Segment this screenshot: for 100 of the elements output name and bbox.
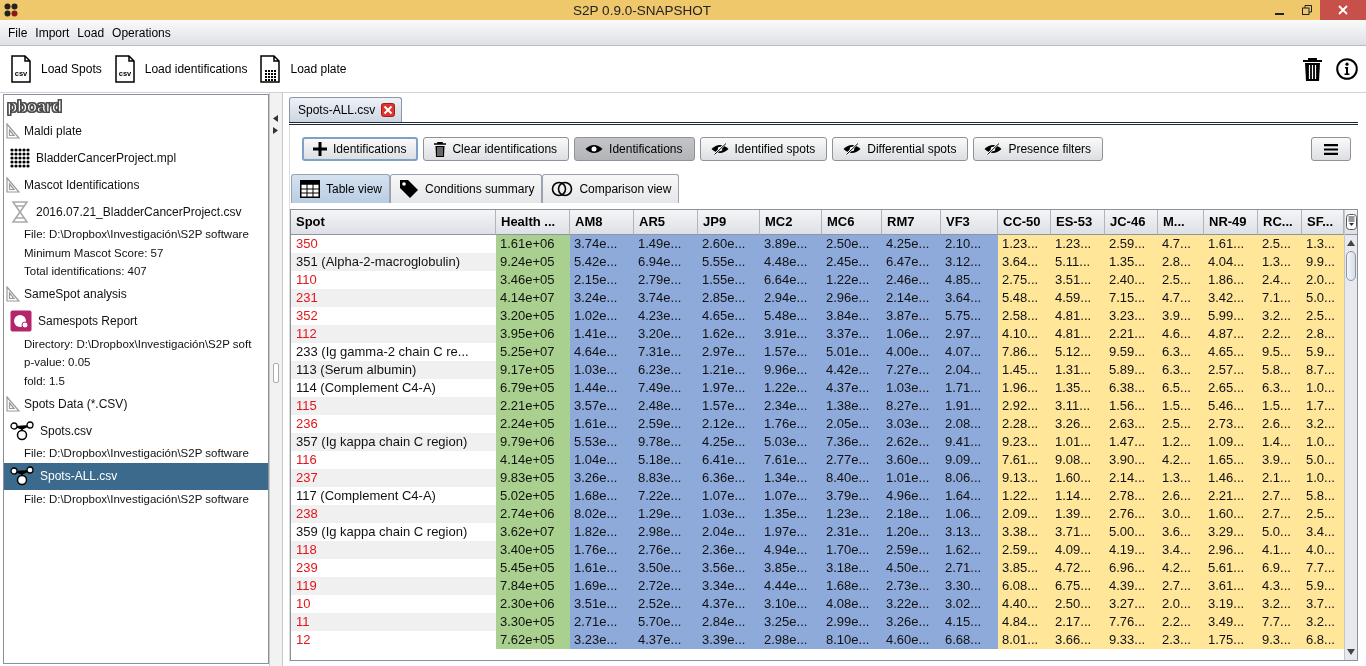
tree-item[interactable]: Spots-ALL.csv (4, 462, 268, 490)
toolbar-button[interactable]: Load plate (257, 52, 349, 86)
table-cell: 5.8... (1258, 361, 1302, 379)
table-cell: 7.61e... (760, 451, 822, 469)
column-header[interactable]: ES-53 (1051, 210, 1105, 235)
eye-slash-icon (710, 143, 729, 155)
column-header[interactable]: RC... (1258, 210, 1302, 235)
table-cell: 5.46... (1204, 397, 1258, 415)
trash-icon[interactable] (1303, 57, 1322, 81)
table-cell-text: 352 (295, 307, 319, 325)
expand-right-icon[interactable] (273, 127, 278, 134)
table-cell: 3.26e... (570, 469, 634, 487)
table-cell: 2.62e... (882, 433, 941, 451)
action-button[interactable]: Identifications (574, 137, 695, 161)
table-cell: 1.22... (998, 487, 1051, 505)
column-header[interactable]: JC-46 (1105, 210, 1158, 235)
table-cell: 5.0... (1258, 523, 1302, 541)
table-cell: 2.71e... (570, 613, 634, 631)
column-header[interactable]: MC6 (822, 210, 882, 235)
collapse-left-icon[interactable] (273, 115, 278, 122)
table-cell: 1.70e... (822, 541, 882, 559)
table-cell: 2.09... (998, 505, 1051, 523)
table-cell: 9.41... (941, 433, 998, 451)
tree-item[interactable]: 2016.07.21_BladderCancerProject.csv (4, 198, 268, 225)
table-cell: 3.51... (1051, 271, 1105, 289)
table-cell: 5.48e... (760, 307, 822, 325)
action-button[interactable]: Clear identifications (423, 137, 570, 161)
table-cell: 11 (291, 613, 496, 631)
menu-item[interactable]: Load (73, 22, 109, 43)
table-cell: 2.92... (998, 397, 1051, 415)
table-cell: 357 (Ig kappa chain C region) (291, 433, 496, 451)
column-header[interactable]: VF3 (941, 210, 998, 235)
table-cell: 4.65e... (698, 307, 760, 325)
menu-item[interactable]: Operations (108, 22, 175, 43)
table-cell: 7.49e... (634, 379, 698, 397)
table-cell: 3.9... (1158, 307, 1204, 325)
view-tab[interactable]: Conditions summary (390, 174, 543, 203)
view-tab[interactable]: Comparison view (542, 174, 680, 203)
table-cell: 2.7... (1158, 577, 1204, 595)
table-cell: 3.12... (941, 253, 998, 271)
table-cell-text: 114 (Complement C4-A) (295, 379, 437, 397)
column-picker-icon[interactable] (1345, 214, 1357, 230)
column-header[interactable]: Spot (291, 210, 496, 235)
table-cell: 3.10e... (760, 595, 822, 613)
scroll-down-icon[interactable] (1347, 649, 1355, 655)
tree-group[interactable]: SameSpot analysis (4, 280, 268, 308)
table-cell: 5.48... (998, 289, 1051, 307)
table-cell: 1.61e... (570, 415, 634, 433)
column-header[interactable]: Health ... (496, 210, 570, 235)
table-cell: 4.84... (998, 613, 1051, 631)
table-cell: 7.84e+05 (496, 577, 570, 595)
tree-item[interactable]: BladderCancerProject.mpl (4, 144, 268, 171)
table-cell: 238 (291, 505, 496, 523)
table-cell: 9.3... (1258, 631, 1302, 649)
close-icon[interactable] (381, 103, 396, 117)
table-cell: 6.68... (941, 631, 998, 649)
scrollbar-thumb[interactable] (1346, 251, 1356, 281)
tree-group[interactable]: Mascot Identifications (4, 171, 268, 198)
table-cell: 2.58... (998, 307, 1051, 325)
column-header[interactable]: AR5 (634, 210, 698, 235)
menu-item[interactable]: File (4, 22, 32, 43)
splitter-grip[interactable] (273, 363, 279, 383)
table-cell: 3.7... (1302, 595, 1344, 613)
table-cell: 3.0... (1158, 505, 1204, 523)
table-cell: 1.0... (1302, 379, 1344, 397)
menu-button[interactable] (1311, 137, 1351, 161)
table-cell: 4.09... (1051, 541, 1105, 559)
action-button[interactable]: Identifications (302, 137, 419, 161)
column-header[interactable]: RM7 (882, 210, 941, 235)
column-header[interactable]: NR-49 (1204, 210, 1258, 235)
scroll-up-icon[interactable] (1347, 240, 1355, 246)
menu-item[interactable]: Import (31, 22, 74, 43)
table-cell: 5.18e... (634, 451, 698, 469)
table-cell: 4.2... (1158, 451, 1204, 469)
column-header[interactable]: MC2 (760, 210, 822, 235)
tree-group[interactable]: Spots Data (*.CSV) (4, 390, 268, 417)
column-header[interactable]: CC-50 (998, 210, 1051, 235)
tree-item[interactable]: Samespots Report (4, 307, 268, 335)
table-cell: 1.34e... (760, 469, 822, 487)
table-cell: 2.65... (1204, 379, 1258, 397)
table-cell: 3.95e+06 (496, 325, 570, 343)
action-button[interactable]: Presence filters (973, 137, 1104, 161)
table-cell: 4.42e... (822, 361, 882, 379)
table-cell: 5.75... (941, 307, 998, 325)
action-button[interactable]: Identified spots (699, 137, 828, 161)
action-button[interactable]: Differential spots (832, 137, 969, 161)
table-cell: 1.23... (998, 235, 1051, 253)
column-header[interactable]: SF... (1302, 210, 1344, 235)
column-header[interactable]: M... (1158, 210, 1204, 235)
column-header[interactable]: AM8 (570, 210, 634, 235)
view-tab[interactable]: Table view (291, 174, 391, 203)
table-cell: 2.96... (1204, 541, 1258, 559)
document-tab[interactable]: Spots-ALL.csv (289, 97, 403, 122)
tree-item[interactable]: Spots.csv (4, 417, 268, 444)
close-button[interactable] (1320, 0, 1366, 20)
item-detail: p-value: 0.05 (23, 355, 92, 370)
info-icon[interactable] (1336, 58, 1358, 80)
column-header[interactable]: JP9 (698, 210, 760, 235)
tree-group[interactable]: Maldi plate (4, 117, 268, 144)
table-cell: 1.75... (1204, 631, 1258, 649)
